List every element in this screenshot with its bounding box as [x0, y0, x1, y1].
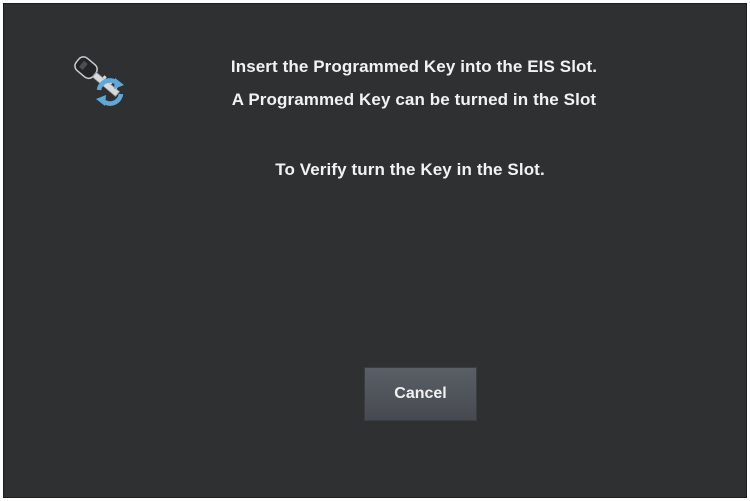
key-programming-screen: Insert the Programmed Key into the EIS S… [3, 3, 747, 498]
instruction-line-1: Insert the Programmed Key into the EIS S… [230, 57, 598, 76]
instruction-line-2: A Programmed Key can be turned in the Sl… [231, 90, 597, 109]
cancel-button[interactable]: Cancel [364, 367, 477, 421]
verify-instruction: To Verify turn the Key in the Slot. [275, 160, 545, 179]
